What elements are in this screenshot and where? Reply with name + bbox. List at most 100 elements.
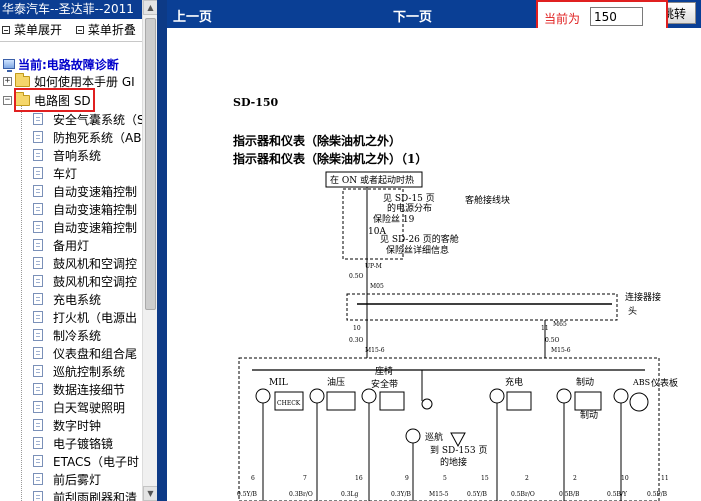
tree-item[interactable]: 巡航控制系统 (33, 362, 125, 380)
wire-code-label: 0.3Y/B (391, 491, 412, 498)
menu-collapse-button[interactable]: 菜单折叠 (74, 21, 136, 39)
tree-item[interactable]: 仪表盘和组合尾 (33, 344, 137, 362)
wire-code-label: 0.5B/Y (607, 491, 628, 498)
expand-plus-icon[interactable]: + (3, 76, 12, 86)
connector-block: 连接器接 (625, 291, 661, 303)
collapse-minus-icon[interactable]: − (3, 95, 12, 105)
tree-item[interactable]: 制冷系统 (33, 326, 101, 344)
tree-item-label: 打火机（电源出 (53, 310, 138, 325)
document-icon (33, 221, 43, 233)
pin-10: 10 (353, 325, 361, 332)
battery-icon (506, 391, 532, 411)
tree-item-label: 备用灯 (53, 238, 90, 253)
lamp-oil (309, 388, 325, 404)
wire-code-label: 0.5P/B (647, 491, 668, 498)
document-icon (33, 167, 43, 179)
computer-icon (3, 59, 15, 72)
pin-number-label: 2 (525, 475, 529, 482)
tree-item[interactable]: 数字时钟 (33, 416, 101, 434)
tree-item[interactable]: 白天驾驶照明 (33, 398, 125, 416)
tree-item[interactable]: 打火机（电源出 (33, 308, 137, 326)
abs-label: ABS (632, 378, 650, 387)
fuse-detail: 保险丝详细信息 (386, 244, 449, 256)
current-location: 当前:电路故障诊断 (3, 56, 119, 72)
scroll-down-icon[interactable]: ▼ (143, 486, 157, 501)
tree-item[interactable]: 充电系统 (33, 290, 101, 308)
page-number-input[interactable] (590, 7, 643, 26)
instrument-cluster-outline (238, 357, 660, 501)
connector-outline (346, 293, 618, 321)
tree-item[interactable]: ETACS（电子时 (33, 452, 139, 470)
pin-number-label: 9 (405, 475, 409, 482)
current-location-label: 当前:电路故障诊断 (18, 57, 119, 72)
instrument-label: 仪表板 (651, 377, 678, 389)
m05-label: M05 (370, 283, 384, 290)
brake-label-2: 制动 (580, 409, 598, 421)
ign-box-text: 在 ON 或者起动时热 (330, 174, 414, 186)
document-icon (33, 275, 43, 287)
pin-number-label: 2 (573, 475, 577, 482)
tree-item-label: 车灯 (53, 166, 78, 181)
lamp-abs (613, 388, 629, 404)
tree-item[interactable]: 备用灯 (33, 236, 89, 254)
document-icon (33, 419, 43, 431)
wire-code-label: M15-5 (429, 491, 449, 498)
pin-number-label: 16 (355, 475, 363, 482)
tree-item[interactable]: 前刮雨刷器和清 (33, 488, 137, 501)
document-icon (33, 347, 43, 359)
document-icon (33, 113, 43, 125)
document-icon (33, 311, 43, 323)
tree-item[interactable]: 鼓风机和空调控 (33, 272, 137, 290)
lamp-brake (556, 388, 572, 404)
m15-6-b: M15-6 (551, 347, 571, 354)
document-icon (33, 329, 43, 341)
tree-item-label: 防抱死系统（AB (53, 130, 142, 145)
pin-number-label: 7 (303, 475, 307, 482)
see-sd15: 见 SD-15 页 (383, 193, 435, 204)
prev-page-link[interactable]: 上一页 (173, 6, 212, 25)
power-dist: 的电源分布 (387, 202, 432, 214)
tree-item[interactable]: 自动变速箱控制 (33, 182, 137, 200)
left-scrollbar[interactable]: ▲ ▼ (142, 0, 157, 501)
menu-expand-button[interactable]: 菜单展开 (0, 21, 62, 39)
tree-item[interactable]: 音响系统 (33, 146, 101, 164)
tree-item[interactable]: 数据连接细节 (33, 380, 125, 398)
tree-item[interactable]: 前后雾灯 (33, 470, 101, 488)
document-icon (33, 365, 43, 377)
tree-item[interactable]: 防抱死系统（AB (33, 128, 141, 146)
tree-item-label: 数字时钟 (53, 418, 102, 433)
wire-code-label: 0.5B/B (559, 491, 580, 498)
tree-folder-label: 如何使用本手册 GI (34, 74, 135, 89)
document-icon (33, 293, 43, 305)
document-page: SD-150 指示器和仪表（除柴油机之外） 指示器和仪表（除柴油机之外）（1） … (167, 28, 701, 501)
seat-label-2: 安全带 (371, 378, 398, 390)
scroll-thumb[interactable] (145, 18, 156, 310)
document-icon (33, 257, 43, 269)
tree-item[interactable]: 自动变速箱控制 (33, 218, 137, 236)
document-icon (33, 185, 43, 197)
document-frame: 上一页 下一页 跳转 1 当前为 SD-150 指示器和仪表（除柴油机之外） 指… (157, 0, 701, 501)
next-page-link[interactable]: 下一页 (393, 6, 432, 25)
tree-item-label: 制冷系统 (53, 328, 102, 343)
charge-label: 充电 (505, 376, 523, 388)
brake-icon (574, 391, 602, 411)
tree-item[interactable]: 自动变速箱控制 (33, 200, 137, 218)
lamp-cruise (405, 428, 421, 444)
tree-item-label: 鼓风机和空调控 (53, 256, 138, 271)
current-page-label: 当前为 (544, 12, 581, 26)
fuse-label: 保险丝 19 (373, 213, 415, 225)
tree-item-label: 鼓风机和空调控 (53, 274, 138, 289)
tree-item-label: 白天驾驶照明 (53, 400, 126, 415)
folder-icon (15, 72, 30, 87)
tree-item[interactable]: 鼓风机和空调控 (33, 254, 137, 272)
tree-item[interactable]: 车灯 (33, 164, 77, 182)
wire-code-label: 0.5Y/B (237, 491, 258, 498)
tree-item[interactable]: 安全气囊系统（S (33, 110, 145, 128)
tree-item-label: 自动变速箱控制 (53, 220, 138, 235)
connector-block-2: 头 (628, 306, 637, 317)
scroll-up-icon[interactable]: ▲ (143, 0, 157, 15)
tree-item[interactable]: 电子镀铬镜 (33, 434, 113, 452)
document-icon (33, 455, 43, 467)
oil-label: 油压 (327, 376, 345, 388)
bottom-labels: 0.5Y/B 0.3Br/O 0.3Lg 0.3Y/B M15-5 0.5Y/B 0.5Br… (237, 475, 669, 498)
